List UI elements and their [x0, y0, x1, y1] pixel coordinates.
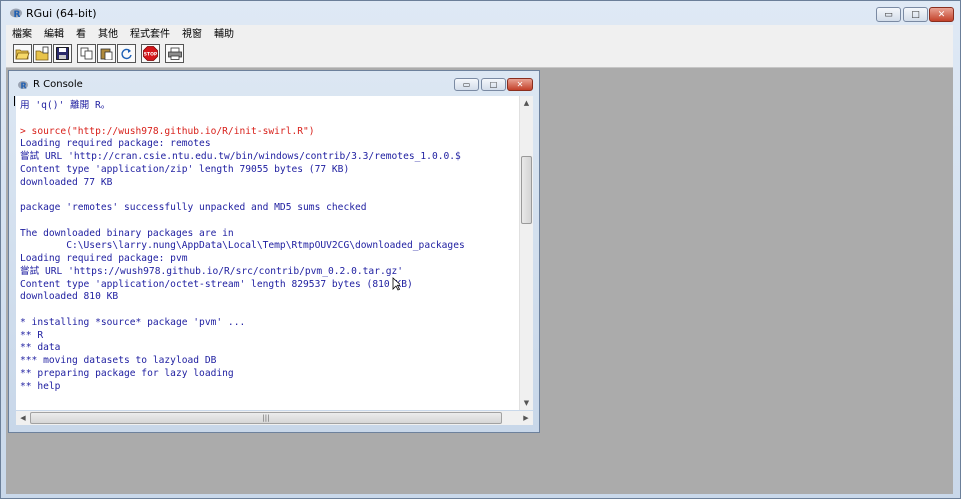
minimize-button[interactable]: ▭ [876, 7, 901, 22]
console-output-line [20, 113, 519, 126]
console-output-line: downloaded 77 KB [20, 176, 113, 188]
console-title-bar[interactable]: R R Console ▭ □ ✕ [9, 71, 539, 95]
close-button[interactable]: ✕ [929, 7, 954, 22]
menu-misc[interactable]: 其他 [92, 25, 124, 40]
console-output-line [20, 304, 519, 317]
copy-button[interactable] [77, 44, 96, 63]
scroll-down-icon[interactable]: ▼ [520, 396, 533, 410]
close-icon: ✕ [937, 9, 946, 20]
r-logo-icon: R [18, 81, 28, 91]
console-output-line: Loading required package: pvm [20, 253, 188, 264]
save-workspace-icon [56, 47, 69, 60]
console-output-line: ** R [20, 329, 44, 341]
menu-windows[interactable]: 視窗 [176, 25, 208, 40]
scroll-right-icon[interactable]: ▶ [519, 411, 533, 425]
console-text: 用 'q()' 離開 R。 > source("http://wush978.gi… [20, 100, 519, 393]
console-output-line: The downloaded binary packages are in [20, 227, 234, 239]
open-script-icon [15, 49, 30, 60]
console-output-line: Content type 'application/zip' length 79… [20, 163, 350, 175]
maximize-button[interactable]: □ [903, 7, 928, 22]
console-title: R Console [33, 79, 83, 90]
close-icon: ✕ [516, 80, 524, 89]
paste-button[interactable] [97, 44, 116, 63]
paste-icon [100, 48, 113, 60]
minimize-icon: ▭ [884, 9, 893, 20]
console-output-line: Loading required package: remotes [20, 138, 211, 150]
console-output-line: 嘗試 URL 'http://cran.csie.ntu.edu.tw/bin/… [20, 151, 461, 162]
window-title: RGui (64-bit) [26, 7, 97, 20]
copy-paste-icon [121, 48, 132, 60]
console-close-button[interactable]: ✕ [507, 78, 533, 91]
console-output-line [20, 215, 519, 228]
copy-icon [80, 47, 93, 60]
console-output[interactable]: 用 'q()' 離開 R。 > source("http://wush978.gi… [16, 96, 533, 410]
console-output-line: downloaded 810 KB [20, 291, 119, 303]
horizontal-scrollbar[interactable]: ◀ ||| ▶ [16, 411, 533, 425]
load-workspace-button[interactable] [33, 44, 52, 63]
console-minimize-button[interactable]: ▭ [454, 78, 479, 91]
stop-label: STOP [144, 52, 158, 58]
open-script-button[interactable] [13, 44, 32, 63]
save-workspace-button[interactable] [53, 44, 72, 63]
svg-text:R: R [21, 82, 27, 91]
console-output-line: Content type 'application/octet-stream' … [20, 278, 413, 290]
menu-bar: 檔案 編輯 看 其他 程式套件 視窗 輔助 [6, 25, 953, 40]
console-output-line: ** help [20, 380, 61, 392]
stop-button[interactable]: STOP [141, 44, 160, 63]
console-output-line: * installing *source* package 'pvm' ... [20, 316, 246, 328]
console-output-line: ** data [20, 342, 61, 354]
console-output-line: ** preparing package for lazy loading [20, 367, 234, 379]
r-console-window: R R Console ▭ □ ✕ 用 'q()' 離開 R。 > source(… [8, 70, 540, 433]
load-workspace-icon [35, 46, 49, 61]
rgui-main-window: R RGui (64-bit) ▭ □ ✕ 檔案 編輯 看 其他 程式套件 視窗… [0, 0, 961, 499]
scroll-up-icon[interactable]: ▲ [520, 96, 533, 110]
menu-view[interactable]: 看 [70, 25, 92, 40]
vertical-scroll-thumb[interactable] [521, 156, 532, 224]
minimize-icon: ▭ [462, 80, 471, 89]
console-maximize-button[interactable]: □ [481, 78, 506, 91]
console-output-line: 用 'q()' 離開 R。 [20, 100, 111, 111]
console-output-line: C:\Users\larry.nung\AppData\Local\Temp\R… [20, 240, 465, 252]
scroll-left-icon[interactable]: ◀ [16, 411, 30, 425]
menu-help[interactable]: 輔助 [208, 25, 240, 40]
console-output-line: 嘗試 URL 'https://wush978.github.io/R/src/… [20, 265, 404, 277]
console-output-line: *** moving datasets to lazyload DB [20, 355, 217, 366]
r-logo-icon: R [10, 8, 22, 19]
stop-icon: STOP [143, 46, 158, 61]
console-command-line: > source("http://wush978.github.io/R/ini… [20, 125, 315, 137]
maximize-icon: □ [911, 9, 920, 20]
text-cursor [14, 96, 15, 106]
svg-text:R: R [14, 10, 21, 19]
title-bar[interactable]: R RGui (64-bit) ▭ □ ✕ [1, 1, 960, 25]
menu-edit[interactable]: 編輯 [38, 25, 70, 40]
copy-paste-button[interactable] [117, 44, 136, 63]
grip-icon: ||| [262, 414, 270, 422]
maximize-icon: □ [489, 80, 498, 89]
vertical-scrollbar[interactable]: ▲ ▼ [519, 96, 533, 410]
menu-file[interactable]: 檔案 [6, 25, 38, 40]
mouse-pointer-icon [392, 277, 400, 291]
console-output-line [20, 189, 519, 202]
horizontal-scroll-thumb[interactable]: ||| [30, 412, 502, 424]
print-button[interactable] [165, 44, 184, 63]
console-output-line: package 'remotes' successfully unpacked … [20, 202, 367, 213]
menu-packages[interactable]: 程式套件 [124, 25, 176, 40]
toolbar: STOP [6, 40, 953, 68]
print-icon [167, 47, 182, 60]
